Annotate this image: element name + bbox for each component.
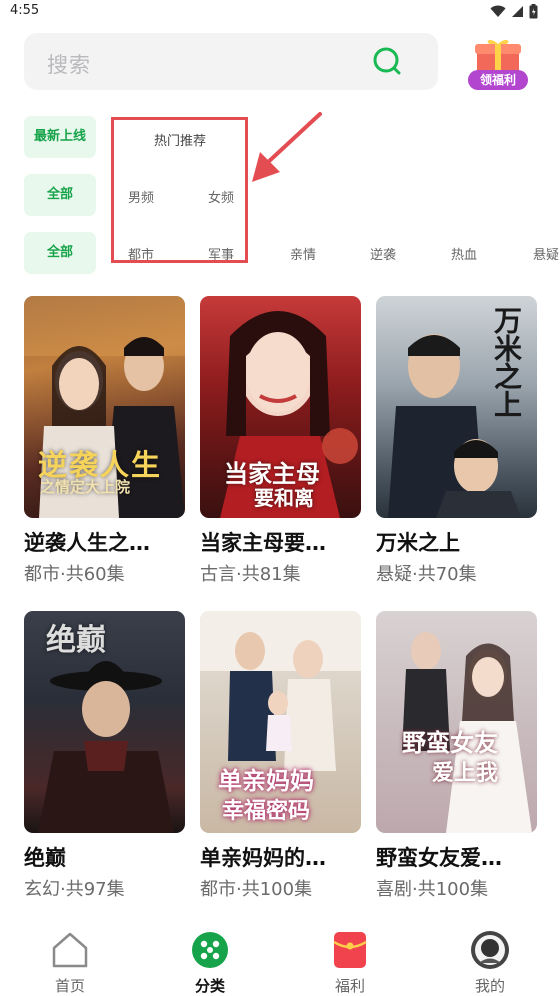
drama-meta: 都市·共100集 xyxy=(200,879,313,900)
status-time: 4:55 xyxy=(10,3,40,18)
nav-profile[interactable]: 我的 xyxy=(420,920,560,996)
status-icons xyxy=(490,4,538,19)
poster-subtitle: 爱上我 xyxy=(432,760,499,786)
filter-chip-latest[interactable]: 最新上线 xyxy=(24,116,96,158)
wifi-icon xyxy=(490,5,506,17)
drama-card[interactable]: 逆袭人生 之情定大上院 逆袭人生之… 都市·共60集 xyxy=(24,296,185,586)
drama-card[interactable]: 当家主母 要和离 当家主母要… 古言·共81集 xyxy=(200,296,361,586)
drama-title[interactable]: 野蛮女友爱… xyxy=(376,842,537,872)
nav-profile-label: 我的 xyxy=(474,977,505,995)
drama-poster[interactable]: 逆袭人生 之情定大上院 xyxy=(24,296,185,518)
welfare-label: 领福利 xyxy=(468,70,528,90)
drama-meta: 悬疑·共70集 xyxy=(376,564,477,585)
poster-title: 万米之上 xyxy=(490,306,523,418)
signal-icon xyxy=(512,6,523,17)
welfare-envelope-icon xyxy=(333,932,367,968)
drama-poster[interactable]: 野蛮女友 爱上我 xyxy=(376,611,537,833)
drama-poster[interactable]: 单亲妈妈 幸福密码 xyxy=(200,611,361,833)
search-placeholder: 搜索 xyxy=(47,53,91,77)
home-icon xyxy=(52,932,88,968)
drama-meta: 都市·共60集 xyxy=(24,564,125,585)
poster-title: 绝巅 xyxy=(46,623,106,658)
category-icon xyxy=(192,932,228,968)
annotation-arrow-icon xyxy=(252,112,322,182)
drama-card[interactable]: 野蛮女友 爱上我 野蛮女友爱… 喜剧·共100集 xyxy=(376,611,537,901)
filter-option-comeback[interactable]: 逆袭 xyxy=(370,244,396,263)
status-bar: 4:55 xyxy=(0,0,560,24)
drama-title[interactable]: 当家主母要… xyxy=(200,527,361,557)
drama-poster[interactable]: 万米之上 xyxy=(376,296,537,518)
nav-category-label: 分类 xyxy=(194,977,225,995)
drama-meta: 喜剧·共100集 xyxy=(376,879,489,900)
poster-title: 单亲妈妈 xyxy=(218,766,314,795)
drama-title[interactable]: 万米之上 xyxy=(376,527,537,557)
drama-card[interactable]: 单亲妈妈 幸福密码 单亲妈妈的… 都市·共100集 xyxy=(200,611,361,901)
nav-home-label: 首页 xyxy=(54,977,85,995)
drama-poster[interactable]: 绝巅 xyxy=(24,611,185,833)
drama-title[interactable]: 单亲妈妈的… xyxy=(200,842,361,872)
nav-home[interactable]: 首页 xyxy=(0,920,140,996)
poster-title: 野蛮女友 xyxy=(402,728,498,757)
drama-poster[interactable]: 当家主母 要和离 xyxy=(200,296,361,518)
profile-icon xyxy=(471,931,509,969)
drama-meta: 古言·共81集 xyxy=(200,564,301,585)
welfare-button[interactable]: 领福利 xyxy=(466,38,530,92)
drama-title[interactable]: 逆袭人生之… xyxy=(24,527,185,557)
annotation-highlight-box xyxy=(111,117,248,263)
drama-card[interactable]: 绝巅 绝巅 玄幻·共97集 xyxy=(24,611,185,901)
drama-title[interactable]: 绝巅 xyxy=(24,842,185,872)
nav-welfare[interactable]: 福利 xyxy=(280,920,420,996)
poster-subtitle: 要和离 xyxy=(254,486,314,510)
filter-option-suspense[interactable]: 悬疑 xyxy=(533,244,559,263)
bottom-nav: 首页 分类 福利 我的 xyxy=(0,920,560,996)
nav-category[interactable]: 分类 xyxy=(140,920,280,996)
filter-option-passion[interactable]: 热血 xyxy=(451,244,477,263)
search-icon[interactable] xyxy=(371,45,405,79)
drama-meta: 玄幻·共97集 xyxy=(24,879,125,900)
battery-icon xyxy=(529,4,538,19)
drama-card[interactable]: 万米之上 万米之上 悬疑·共70集 xyxy=(376,296,537,586)
poster-subtitle: 幸福密码 xyxy=(222,798,311,824)
poster-subtitle: 之情定大上院 xyxy=(40,478,131,496)
poster-art xyxy=(402,632,532,833)
filter-chip-all-genre[interactable]: 全部 xyxy=(24,232,96,274)
search-input[interactable]: 搜索 xyxy=(24,33,438,90)
filter-chip-all-gender[interactable]: 全部 xyxy=(24,174,96,216)
filter-option-family[interactable]: 亲情 xyxy=(290,244,316,263)
nav-welfare-label: 福利 xyxy=(334,977,365,995)
